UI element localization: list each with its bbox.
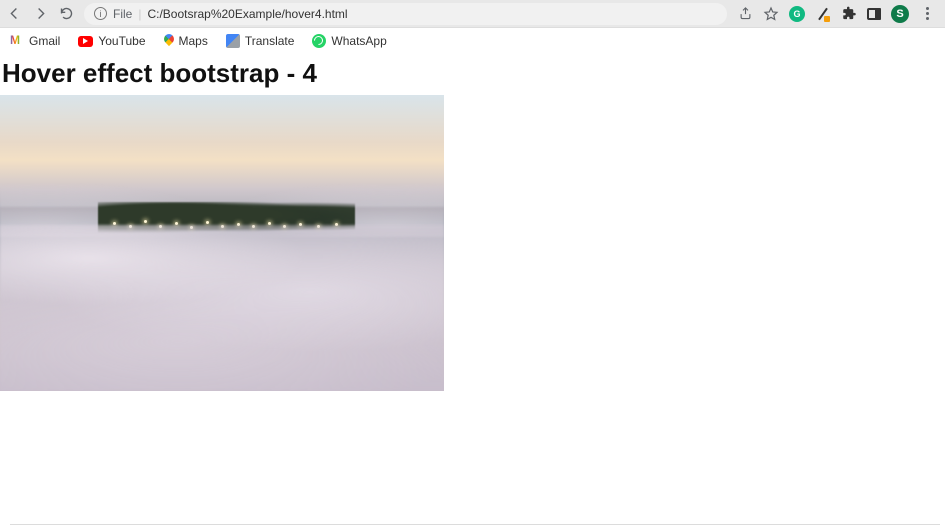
extension-grammarly-icon[interactable]: G: [789, 6, 805, 22]
address-bar[interactable]: i File | C:/Bootsrap%20Example/hover4.ht…: [84, 3, 727, 25]
bookmark-star-icon[interactable]: [763, 6, 779, 22]
bookmark-gmail[interactable]: Gmail: [10, 34, 60, 48]
hover-effect-image[interactable]: [0, 95, 444, 391]
profile-avatar[interactable]: S: [891, 5, 909, 23]
extensions-icon[interactable]: [841, 6, 857, 22]
page-content: Hover effect bootstrap - 4: [0, 54, 945, 391]
avatar-initial: S: [896, 8, 903, 20]
maps-icon: [164, 34, 174, 48]
bookmark-translate[interactable]: Translate: [226, 34, 295, 48]
share-icon[interactable]: [737, 6, 753, 22]
address-url: C:/Bootsrap%20Example/hover4.html: [147, 7, 347, 21]
bookmark-bar: Gmail YouTube Maps Translate WhatsApp: [0, 28, 945, 54]
browser-toolbar: i File | C:/Bootsrap%20Example/hover4.ht…: [0, 0, 945, 28]
youtube-icon: [78, 36, 93, 47]
bookmark-label: Translate: [245, 34, 295, 48]
forward-button[interactable]: [32, 6, 48, 22]
extension-wand-icon[interactable]: [815, 6, 831, 22]
side-panel-icon[interactable]: [867, 8, 881, 20]
translate-icon: [226, 34, 240, 48]
chrome-menu-icon[interactable]: [919, 6, 935, 22]
bookmark-label: Maps: [179, 34, 208, 48]
status-bar-divider: [10, 524, 940, 525]
bookmark-label: Gmail: [29, 34, 60, 48]
bookmark-youtube[interactable]: YouTube: [78, 34, 145, 48]
page-heading: Hover effect bootstrap - 4: [0, 58, 945, 89]
site-info-icon[interactable]: i: [94, 7, 107, 20]
whatsapp-icon: [312, 34, 326, 48]
bookmark-label: WhatsApp: [331, 34, 386, 48]
nav-arrows: [6, 6, 78, 22]
address-separator: |: [138, 7, 141, 21]
bookmark-maps[interactable]: Maps: [164, 34, 208, 48]
reload-button[interactable]: [58, 6, 74, 22]
address-scheme: File: [113, 7, 132, 21]
bookmark-whatsapp[interactable]: WhatsApp: [312, 34, 386, 48]
gmail-icon: [10, 36, 24, 46]
bookmark-label: YouTube: [98, 34, 145, 48]
back-button[interactable]: [6, 6, 22, 22]
toolbar-right: G S: [733, 5, 939, 23]
